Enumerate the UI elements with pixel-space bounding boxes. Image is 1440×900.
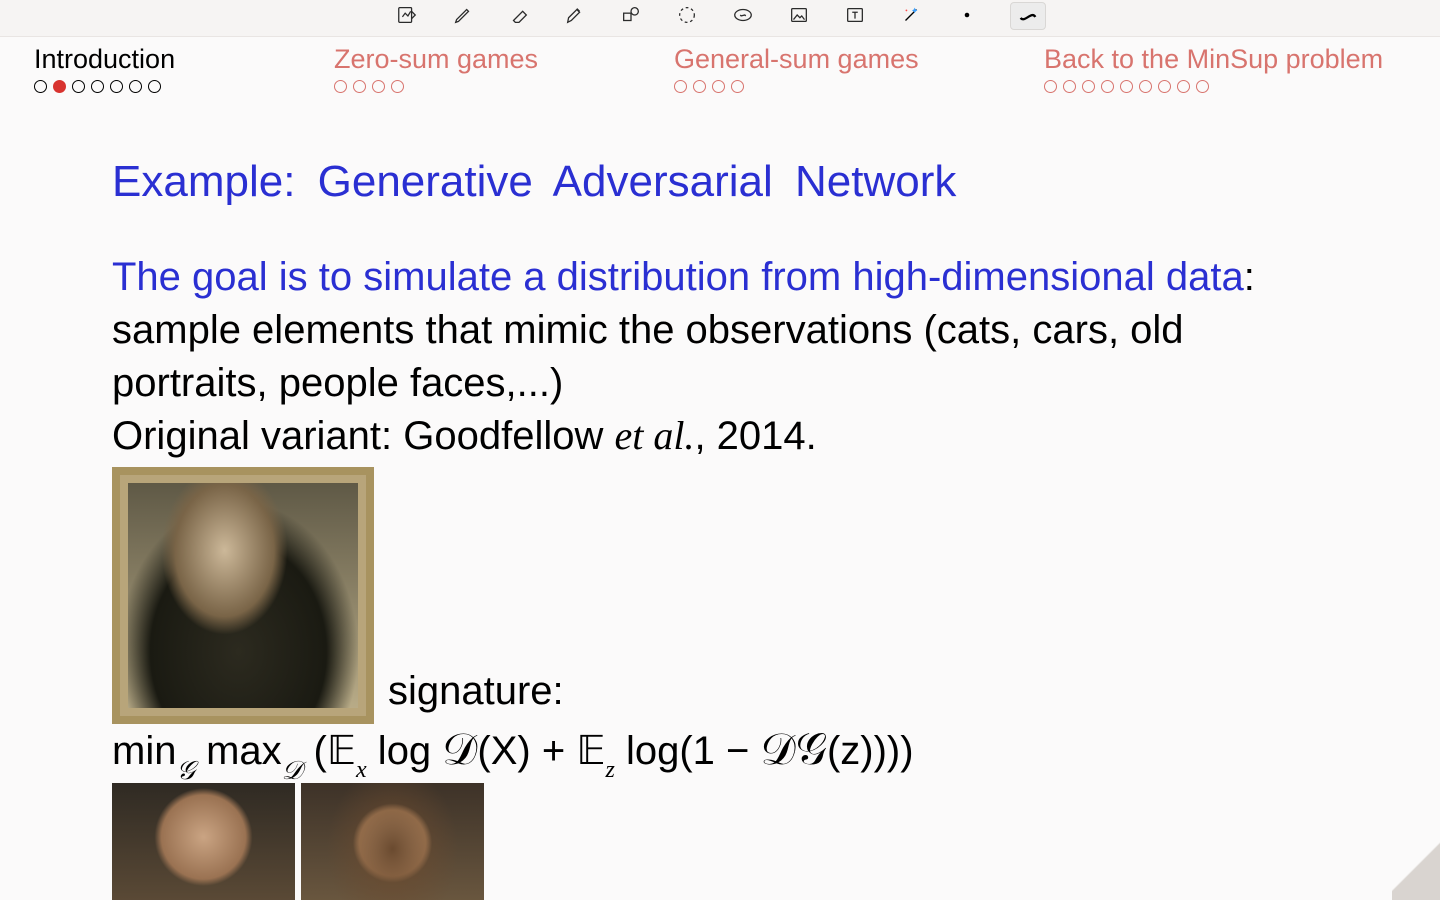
progress-dots [674, 80, 1044, 93]
nav-zero-sum[interactable]: Zero-sum games [334, 45, 674, 93]
nav-label: Zero-sum games [334, 45, 674, 73]
pencil-icon[interactable] [450, 2, 476, 28]
gan-faces-row [112, 783, 1330, 900]
slide-body: Example: Generative Adversarial Network … [0, 97, 1440, 900]
gan-portrait-image [112, 467, 374, 724]
shapes-icon[interactable] [618, 2, 644, 28]
page-corner-icon[interactable] [1392, 836, 1440, 900]
nav-label: Introduction [34, 45, 334, 73]
text-icon[interactable] [842, 2, 868, 28]
insert-page-icon[interactable] [394, 2, 420, 28]
annotation-toolbar [0, 0, 1440, 37]
gan-face-1 [112, 783, 295, 900]
lead-paragraph: The goal is to simulate a distribution f… [112, 251, 1330, 409]
sticker-icon[interactable] [730, 2, 756, 28]
lasso-icon[interactable] [674, 2, 700, 28]
progress-dots [334, 80, 674, 93]
stroke-swatch-icon[interactable] [1010, 2, 1046, 30]
nav-introduction[interactable]: Introduction [34, 45, 334, 93]
nav-label: Back to the MinSup problem [1044, 45, 1406, 73]
portrait-row: signature: [112, 467, 1330, 724]
slide-title: Example: Generative Adversarial Network [112, 157, 1330, 207]
eraser-icon[interactable] [506, 2, 532, 28]
magic-icon[interactable] [898, 2, 924, 28]
gan-objective-formula: min𝒢 max𝒟 (𝔼x log 𝒟(X) + 𝔼z log(1 − 𝒟𝒢(z… [112, 724, 1330, 781]
lead-rest: sample elements that mimic the observati… [112, 308, 1184, 405]
original-variant-line: Original variant: Goodfellow et al., 201… [112, 410, 1330, 463]
nav-general-sum[interactable]: General-sum games [674, 45, 1044, 93]
dot-size-icon[interactable] [954, 2, 980, 28]
orig-prefix: Original variant: Goodfellow [112, 414, 614, 458]
gan-face-2 [301, 783, 484, 900]
progress-dots [1044, 80, 1406, 93]
orig-suffix: , 2014. [694, 414, 816, 458]
lead-colon: : [1244, 255, 1255, 299]
section-nav: Introduction Zero-sum games General-sum … [0, 37, 1440, 97]
image-icon[interactable] [786, 2, 812, 28]
progress-dots [34, 80, 334, 93]
nav-minsup[interactable]: Back to the MinSup problem [1044, 45, 1406, 93]
signature-label: signature: [388, 669, 564, 724]
highlighter-icon[interactable] [562, 2, 588, 28]
nav-label: General-sum games [674, 45, 1044, 73]
lead-emphasis: The goal is to simulate a distribution f… [112, 255, 1244, 299]
orig-ital: et al. [614, 413, 694, 458]
